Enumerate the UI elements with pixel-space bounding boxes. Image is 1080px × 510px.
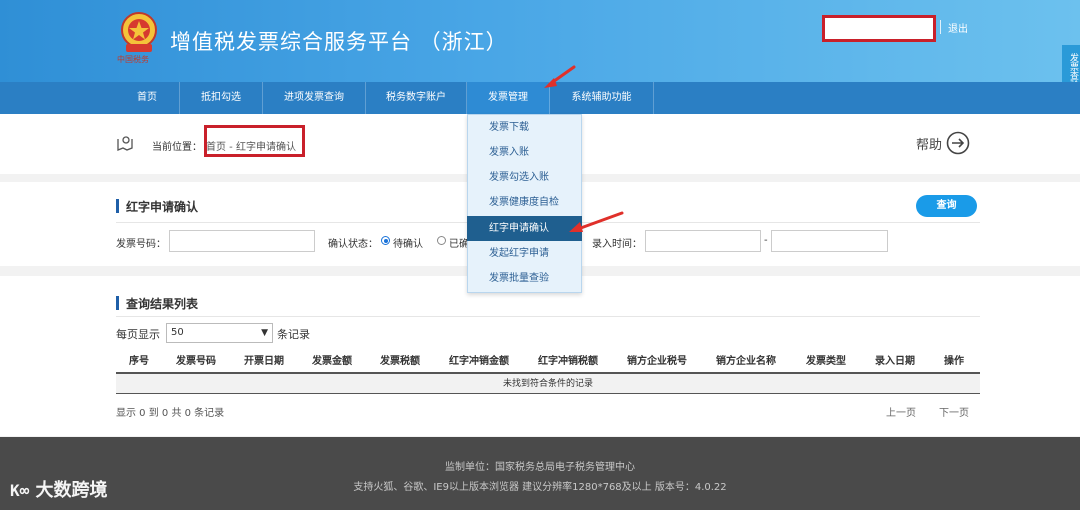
range-separator: - <box>764 235 768 246</box>
watermark-mark-icon: K∞ <box>10 481 30 500</box>
user-info-box[interactable] <box>822 15 936 42</box>
footer-supervisor: 监制单位：国家税务总局电子税务管理中心 <box>445 462 635 473</box>
records-summary: 显示 0 到 0 共 0 条记录 <box>116 408 225 419</box>
prev-page-button[interactable]: 上一页 <box>886 404 916 419</box>
logout-link[interactable]: 退出 <box>948 20 968 35</box>
menu-item-red-letter-confirm[interactable]: 红字申请确认 <box>467 216 582 241</box>
chevron-down-icon: ▼ <box>261 328 268 338</box>
per-page-select[interactable]: 50 ▼ <box>166 323 273 343</box>
status-label: 确认状态： <box>328 239 378 250</box>
watermark-logo: K∞ 大数跨境 <box>10 476 108 502</box>
next-page-button[interactable]: 下一页 <box>939 404 969 419</box>
nav-item-deduction[interactable]: 抵扣勾选 <box>180 82 263 114</box>
records-label: 条记录 <box>277 328 310 341</box>
menu-item-invoice-health-check[interactable]: 发票健康度自检 <box>467 190 582 215</box>
site-title: 增值税发票综合服务平台 （浙江） <box>170 30 508 54</box>
column-header: 发票金额 <box>312 356 352 367</box>
breadcrumb-label: 当前位置： <box>152 142 202 153</box>
emblem-caption: 中国税务 <box>117 55 149 64</box>
nav-item-tax-account[interactable]: 税务数字账户 <box>366 82 467 114</box>
annotation-arrow-icon <box>569 211 624 232</box>
column-header: 序号 <box>129 356 149 367</box>
invoice-no-input[interactable] <box>169 230 315 252</box>
annotation-arrow-icon <box>544 65 576 88</box>
nav-item-invoice-management[interactable]: 发票管理 <box>467 82 550 114</box>
nav-item-home[interactable]: 首页 <box>115 82 180 114</box>
entry-time-start-input[interactable] <box>645 230 761 252</box>
menu-item-invoice-entry[interactable]: 发票入账 <box>467 140 582 165</box>
results-divider <box>116 316 980 317</box>
nav-item-input-invoice-query[interactable]: 进项发票查询 <box>263 82 366 114</box>
entry-time-end-input[interactable] <box>771 230 888 252</box>
entry-time-label: 录入时间： <box>592 239 642 250</box>
empty-table-row: 未找到符合条件的记录 <box>116 372 980 394</box>
search-section-title: 红字申请确认 <box>116 198 198 215</box>
column-header: 发票号码 <box>176 356 216 367</box>
breadcrumb[interactable]: 首页 - 红字申请确认 <box>206 138 296 153</box>
status-pending-radio[interactable] <box>381 236 390 245</box>
invoice-no-label: 发票号码： <box>116 239 166 250</box>
column-header: 开票日期 <box>244 356 284 367</box>
column-header: 操作 <box>944 356 964 367</box>
site-footer <box>0 437 1080 510</box>
menu-item-invoice-download[interactable]: 发票下载 <box>467 115 582 140</box>
per-page-value: 50 <box>171 327 184 338</box>
column-header: 录入日期 <box>875 356 915 367</box>
status-pending-label: 待确认 <box>393 239 423 250</box>
help-link[interactable]: 帮助 <box>916 134 942 153</box>
arrow-right-circle-icon[interactable] <box>946 131 970 155</box>
results-section-title: 查询结果列表 <box>116 295 198 312</box>
location-icon <box>117 136 133 151</box>
menu-item-invoice-select-entry[interactable]: 发票勾选入账 <box>467 165 582 190</box>
column-header: 红字冲销税额 <box>538 356 598 367</box>
footer-browser-info: 支持火狐、谷歌、IE9以上版本浏览器 建议分辨率1280*768及以上 版本号：… <box>353 482 727 493</box>
national-emblem-icon <box>121 12 157 52</box>
per-page-label: 每页显示 <box>116 328 160 341</box>
column-header: 发票税额 <box>380 356 420 367</box>
status-done-radio[interactable] <box>437 236 446 245</box>
column-header: 销方企业名称 <box>716 356 776 367</box>
column-header: 红字冲销金额 <box>449 356 509 367</box>
menu-item-start-red-letter[interactable]: 发起红字申请 <box>467 241 582 266</box>
query-button[interactable]: 查询 <box>916 195 977 217</box>
column-header: 发票类型 <box>806 356 846 367</box>
header-separator <box>940 20 941 34</box>
watermark-text: 大数跨境 <box>35 480 108 501</box>
menu-item-batch-verify[interactable]: 发票批量查验 <box>467 266 582 291</box>
column-header: 销方企业税号 <box>627 356 687 367</box>
